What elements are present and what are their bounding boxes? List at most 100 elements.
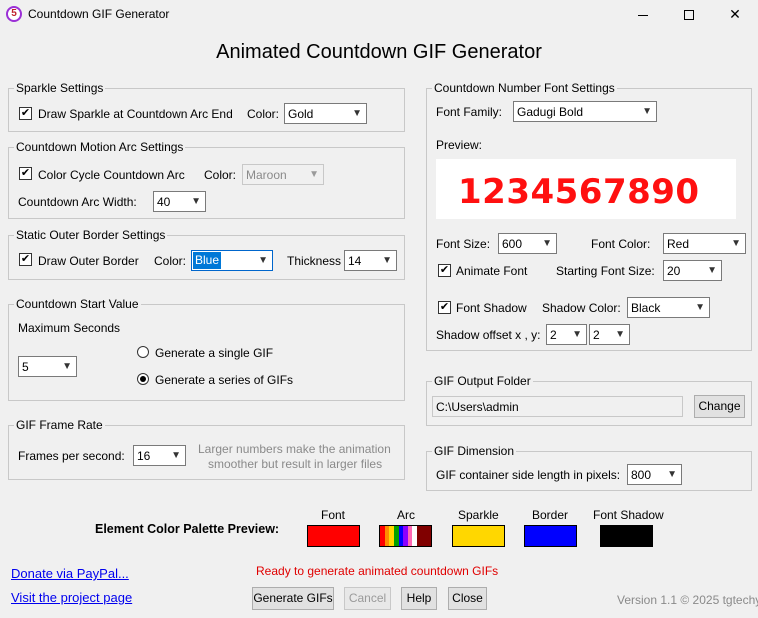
side-length-select[interactable]: 800 ▼ [627,464,682,485]
fps-value: 16 [137,449,151,463]
chevron-down-icon: ▼ [731,238,741,249]
single-gif-radio[interactable] [137,346,149,358]
series-gif-label: Generate a series of GIFs [155,373,294,387]
thickness-label: Thickness [287,254,342,268]
dimension-title: GIF Dimension [432,444,517,458]
palette-font-label: Font [321,508,346,522]
project-page-link[interactable]: Visit the project page [11,590,132,606]
palette-shadow-label: Font Shadow [593,508,664,522]
app-icon: 5 [6,6,22,22]
fps-select[interactable]: 16 ▼ [133,445,186,466]
animate-font-checkbox[interactable]: ✔ [438,264,451,277]
chevron-down-icon: ▼ [707,265,717,276]
chevron-down-icon: ▼ [382,255,392,266]
sparkle-settings-title: Sparkle Settings [14,81,106,95]
color-cycle-checkbox[interactable]: ✔ [19,167,32,180]
arc-width-label: Countdown Arc Width: [18,195,137,209]
fps-label: Frames per second: [18,449,125,463]
font-family-select[interactable]: Gadugi Bold ▼ [513,101,657,122]
close-button[interactable]: Close [448,587,487,610]
single-gif-label: Generate a single GIF [155,346,274,360]
chevron-down-icon: ▼ [667,469,677,480]
side-length-label: GIF container side length in pixels: [436,468,621,482]
palette-shadow-swatch [600,525,653,547]
window-title: Countdown GIF Generator [28,7,170,21]
palette-label: Element Color Palette Preview: [95,522,280,536]
palette-arc-label: Arc [397,508,415,522]
chevron-down-icon: ▼ [572,329,582,340]
draw-border-label: Draw Outer Border [38,254,139,268]
close-icon[interactable]: ✕ [712,0,758,29]
title-bar: 5 Countdown GIF Generator ✕ [0,0,758,29]
version-text: Version 1.1 © 2025 tgtechy [617,593,758,607]
chevron-down-icon: ▼ [191,196,201,207]
arc-color-value: Maroon [246,168,287,182]
arc-color-label: Color: [204,168,237,182]
help-button[interactable]: Help [401,587,437,610]
font-color-value: Red [667,237,690,251]
font-color-label: Font Color: [591,237,651,251]
arc-width-select[interactable]: 40 ▼ [153,191,206,212]
chevron-down-icon: ▼ [309,169,319,180]
max-seconds-value: 5 [22,360,29,374]
palette-sparkle-swatch [452,525,505,547]
arc-settings-title: Countdown Motion Arc Settings [14,140,186,154]
sparkle-color-value: Gold [288,107,314,121]
font-size-select[interactable]: 600 ▼ [498,233,557,254]
max-seconds-select[interactable]: 5 ▼ [18,356,77,377]
font-color-select[interactable]: Red ▼ [663,233,746,254]
arc-color-select[interactable]: Maroon ▼ [242,164,324,185]
chevron-down-icon: ▼ [258,255,268,266]
fps-hint-line1: Larger numbers make the animation [198,442,391,456]
frame-rate-title: GIF Frame Rate [14,418,105,432]
minimize-icon[interactable] [620,0,666,29]
shadow-offset-label: Shadow offset x , y: [436,328,541,342]
draw-border-checkbox[interactable]: ✔ [19,253,32,266]
arc-width-value: 40 [157,195,171,209]
change-folder-button[interactable]: Change [694,395,745,418]
palette-border-swatch [524,525,577,547]
start-font-size-value: 20 [667,264,681,278]
palette-border-label: Border [532,508,569,522]
start-font-size-select[interactable]: 20 ▼ [663,260,722,281]
font-shadow-label: Font Shadow [456,301,527,315]
output-folder-title: GIF Output Folder [432,374,533,388]
maximize-icon[interactable] [666,0,712,29]
fps-hint-line2: smoother but result in larger files [208,457,383,471]
start-value-title: Countdown Start Value [14,297,141,311]
font-family-value: Gadugi Bold [517,105,584,119]
paypal-link[interactable]: Donate via PayPal... [11,566,129,582]
chevron-down-icon: ▼ [542,238,552,249]
border-color-value: Blue [193,252,222,269]
draw-sparkle-checkbox[interactable]: ✔ [19,107,32,120]
output-folder-field[interactable]: C:\Users\admin [432,396,683,417]
border-color-label: Color: [154,254,187,268]
chevron-down-icon: ▼ [62,361,72,372]
thickness-select[interactable]: 14 ▼ [344,250,397,271]
chevron-down-icon: ▼ [352,108,362,119]
series-gif-radio[interactable] [137,373,149,385]
chevron-down-icon: ▼ [695,302,705,313]
font-preview-text: 1234567890 [458,172,700,212]
border-settings-title: Static Outer Border Settings [14,228,168,242]
chevron-down-icon: ▼ [642,106,652,117]
border-color-select[interactable]: Blue ▼ [191,250,273,271]
palette-arc-swatch [379,525,432,547]
palette-font-swatch [307,525,360,547]
max-seconds-label: Maximum Seconds [18,321,121,335]
shadow-offset-y-select[interactable]: 2 ▼ [589,324,630,345]
shadow-color-select[interactable]: Black ▼ [627,297,710,318]
font-family-label: Font Family: [436,105,503,119]
status-message: Ready to generate animated countdown GIF… [256,564,499,578]
font-shadow-checkbox[interactable]: ✔ [438,301,451,314]
cancel-button[interactable]: Cancel [344,587,391,610]
sparkle-color-select[interactable]: Gold ▼ [284,103,367,124]
font-settings-title: Countdown Number Font Settings [432,81,617,95]
generate-gifs-button[interactable]: Generate GIFs [252,587,334,610]
shadow-offset-x-value: 2 [550,328,557,342]
output-folder-value: C:\Users\admin [436,400,519,414]
font-preview-box: 1234567890 [436,159,736,219]
draw-sparkle-label: Draw Sparkle at Countdown Arc End [38,107,233,121]
shadow-offset-x-select[interactable]: 2 ▼ [546,324,587,345]
page-title: Animated Countdown GIF Generator [216,41,542,63]
